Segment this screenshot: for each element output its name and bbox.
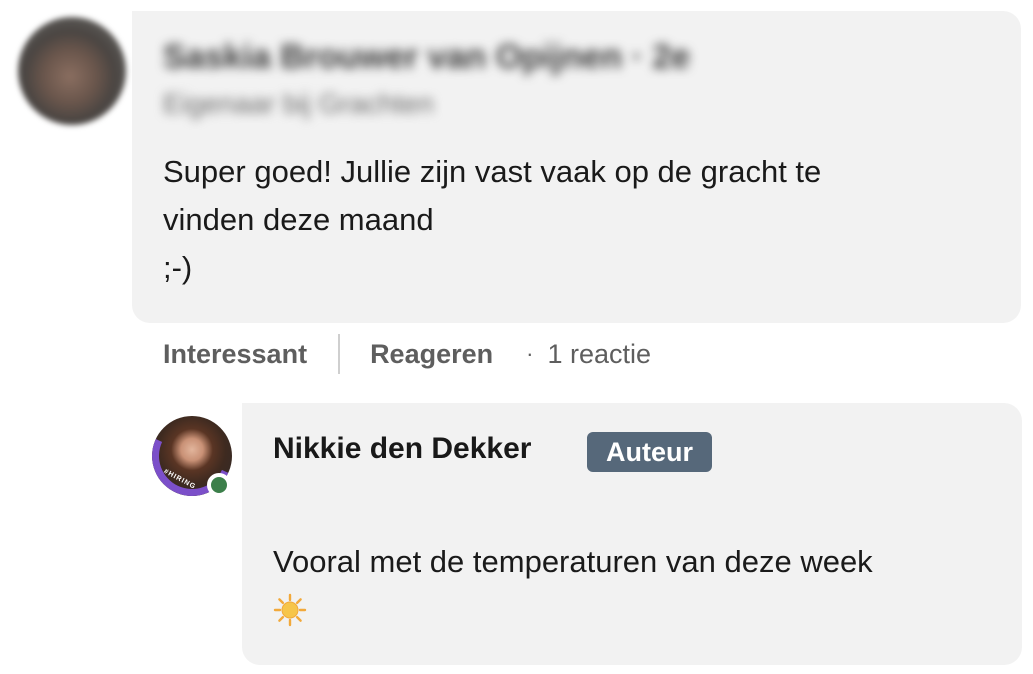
reply-text: Vooral met de temperaturen van deze week (273, 544, 873, 579)
sun-emoji-icon (273, 593, 307, 627)
comment-line: Super goed! Jullie zijn vast vaak op de … (163, 154, 822, 189)
action-divider (338, 334, 341, 374)
online-status-icon (207, 473, 231, 497)
comment-line: vinden deze maand (163, 202, 434, 237)
author-badge: Auteur (587, 432, 712, 472)
comment-line: ;-) (163, 250, 193, 285)
separator-dot: · (526, 341, 534, 366)
comment-actions: Interessant Reageren · 1 reactie (163, 334, 651, 374)
commenter-avatar[interactable] (18, 17, 126, 125)
reply-author-name[interactable]: Nikkie den Dekker (273, 432, 531, 466)
like-button[interactable]: Interessant (163, 339, 307, 370)
reply-button[interactable]: Reageren (370, 339, 493, 370)
commenter-headline: Eigenaar bij Grachten (163, 88, 434, 119)
reply-count-link[interactable]: 1 reactie (547, 339, 651, 370)
commenter-name[interactable]: Saskia Brouwer van Opijnen · 2e (163, 38, 690, 77)
comment-text: Super goed! Jullie zijn vast vaak op de … (163, 148, 983, 292)
